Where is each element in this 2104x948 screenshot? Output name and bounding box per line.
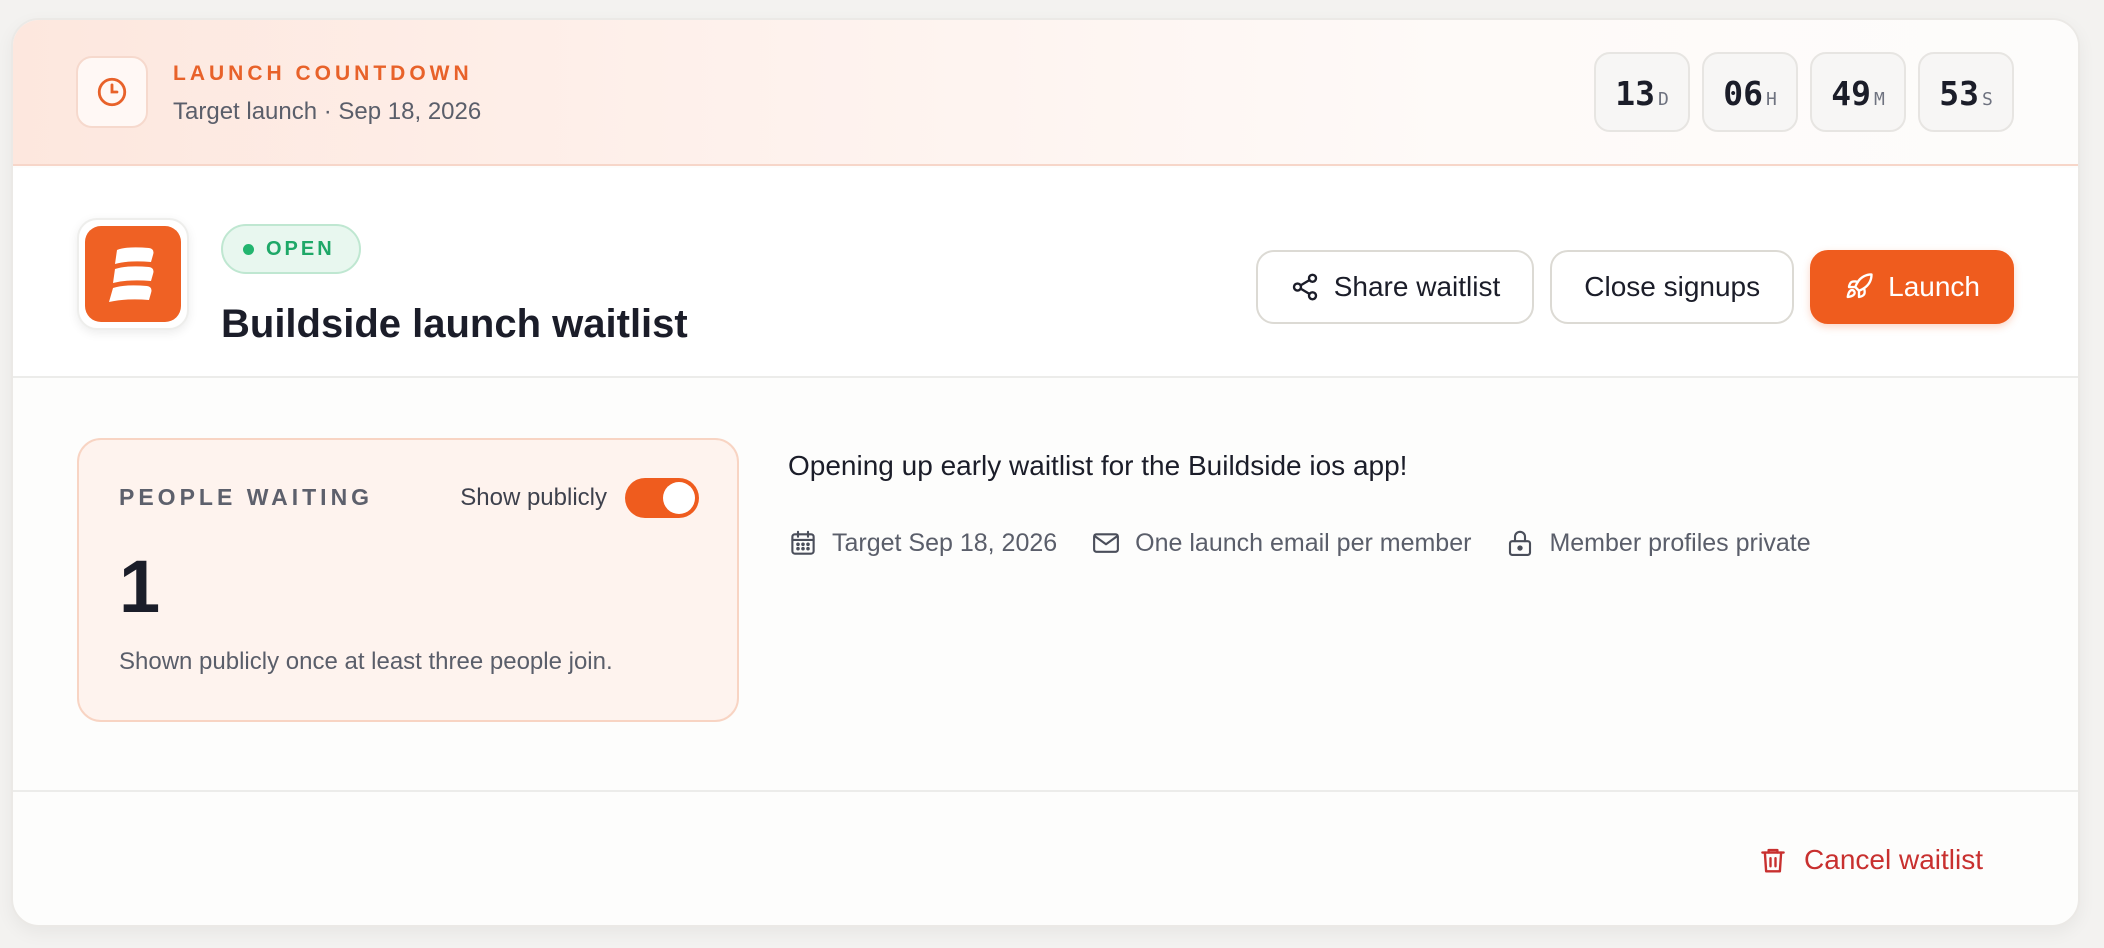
lock-icon bbox=[1505, 528, 1535, 558]
status-dot-icon bbox=[243, 243, 254, 255]
countdown-unit: D bbox=[1657, 89, 1669, 110]
countdown-unit: H bbox=[1765, 89, 1777, 110]
buildside-logo-icon bbox=[85, 226, 181, 322]
countdown-seconds: 53 S bbox=[1918, 52, 2014, 132]
header-actions: Share waitlist Close signups Launch bbox=[1255, 250, 2014, 324]
status-badge: OPEN bbox=[221, 224, 361, 274]
countdown-days: 13 D bbox=[1594, 52, 1690, 132]
waitlist-footer: Cancel waitlist bbox=[13, 792, 2078, 925]
status-label: OPEN bbox=[266, 237, 335, 260]
meta-launch-email: One launch email per member bbox=[1091, 528, 1471, 558]
countdown-value: 49 bbox=[1831, 74, 1871, 113]
cancel-waitlist-label: Cancel waitlist bbox=[1804, 844, 1983, 875]
app-logo bbox=[77, 218, 189, 330]
countdown-value: 06 bbox=[1723, 74, 1763, 113]
clock-icon bbox=[97, 77, 127, 107]
clock-icon-box bbox=[76, 56, 148, 128]
share-waitlist-label: Share waitlist bbox=[1333, 271, 1501, 302]
show-publicly-label: Show publicly bbox=[460, 484, 607, 511]
waitlist-description: Opening up early waitlist for the Builds… bbox=[788, 450, 1408, 481]
cancel-waitlist-button[interactable]: Cancel waitlist bbox=[1758, 844, 1983, 876]
share-waitlist-button[interactable]: Share waitlist bbox=[1255, 250, 1535, 324]
countdown-value: 53 bbox=[1939, 74, 1979, 113]
show-publicly-toggle[interactable] bbox=[625, 478, 699, 518]
meta-profiles-private-text: Member profiles private bbox=[1549, 528, 1811, 557]
people-waiting-card: PEOPLE WAITING Show publicly 1 Shown pub… bbox=[77, 438, 739, 722]
people-waiting-label: PEOPLE WAITING bbox=[119, 484, 374, 510]
meta-target-date: Target Sep 18, 2026 bbox=[788, 528, 1057, 558]
close-signups-button[interactable]: Close signups bbox=[1550, 250, 1795, 324]
waitlist-card: LAUNCH COUNTDOWN Target launch · Sep 18,… bbox=[11, 18, 2080, 927]
waitlist-header: OPEN Buildside launch waitlist Share wai… bbox=[13, 168, 2078, 378]
people-waiting-count: 1 bbox=[119, 545, 161, 628]
page-title: Buildside launch waitlist bbox=[221, 302, 688, 346]
countdown-unit: S bbox=[1981, 89, 1993, 110]
waitlist-body: PEOPLE WAITING Show publicly 1 Shown pub… bbox=[13, 378, 2078, 792]
close-signups-label: Close signups bbox=[1584, 271, 1761, 302]
launch-countdown-banner: LAUNCH COUNTDOWN Target launch · Sep 18,… bbox=[13, 20, 2078, 166]
countdown-target-date: Target launch · Sep 18, 2026 bbox=[173, 98, 482, 125]
countdown-timer: 13 D 06 H 49 M 53 S bbox=[1594, 52, 2014, 132]
trash-icon bbox=[1761, 848, 1785, 873]
rocket-icon bbox=[1846, 273, 1873, 299]
launch-button[interactable]: Launch bbox=[1810, 250, 2014, 324]
waitlist-meta: Target Sep 18, 2026 One launch email per… bbox=[788, 528, 1811, 558]
calendar-icon bbox=[788, 528, 818, 558]
countdown-kicker: LAUNCH COUNTDOWN bbox=[173, 62, 473, 85]
launch-label: Launch bbox=[1888, 271, 1980, 302]
show-publicly-control: Show publicly bbox=[460, 478, 699, 518]
meta-launch-email-text: One launch email per member bbox=[1135, 528, 1472, 557]
meta-profiles-private: Member profiles private bbox=[1505, 528, 1811, 558]
mail-icon bbox=[1091, 528, 1121, 558]
countdown-value: 13 bbox=[1615, 74, 1655, 113]
countdown-hours: 06 H bbox=[1702, 52, 1798, 132]
toggle-knob bbox=[663, 482, 695, 514]
meta-target-date-text: Target Sep 18, 2026 bbox=[832, 528, 1058, 557]
people-waiting-note: Shown publicly once at least three peopl… bbox=[119, 648, 613, 675]
countdown-minutes: 49 M bbox=[1810, 52, 1906, 132]
share-icon bbox=[1292, 273, 1317, 301]
countdown-unit: M bbox=[1873, 89, 1885, 110]
